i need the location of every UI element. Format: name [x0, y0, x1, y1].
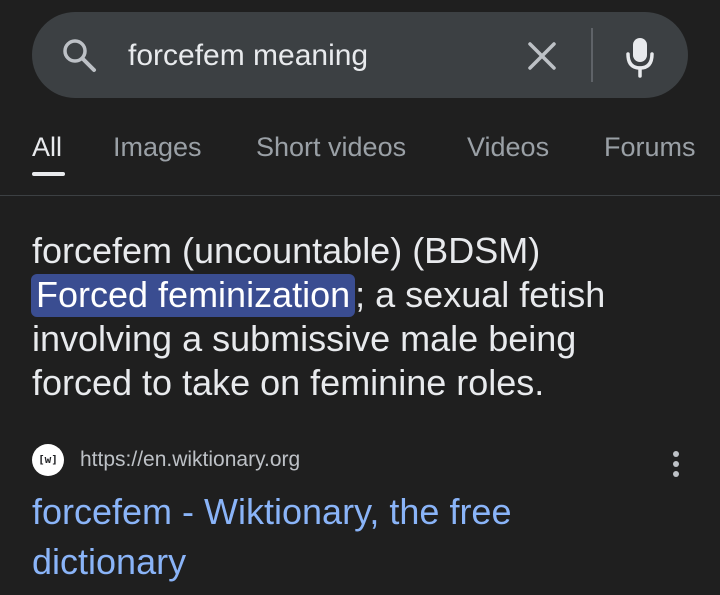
result-title-link[interactable]: forcefem - Wiktionary, the free dictiona… — [32, 487, 672, 587]
result-source[interactable]: [w] https://en.wiktionary.org — [32, 440, 692, 480]
definition-text: ; a sexual fetish — [355, 274, 606, 315]
highlighted-term: Forced feminization — [31, 274, 356, 317]
tabs-divider — [0, 195, 720, 196]
more-vert-icon[interactable] — [666, 446, 686, 482]
active-tab-indicator — [32, 172, 65, 176]
wiktionary-favicon-icon: [w] — [32, 444, 64, 476]
microphone-icon[interactable] — [620, 32, 660, 80]
search-results-page: forcefem meaning All Images Short videos… — [0, 0, 720, 595]
result-title-line-2[interactable]: dictionary — [32, 537, 672, 587]
search-bar-divider — [591, 28, 593, 82]
search-input[interactable]: forcefem meaning — [128, 36, 368, 76]
definition-headword: forcefem (uncountable) (BDSM) — [32, 230, 541, 271]
tab-videos[interactable]: Videos — [467, 130, 549, 164]
result-title-line-1[interactable]: forcefem - Wiktionary, the free — [32, 487, 672, 537]
search-icon — [63, 39, 96, 72]
definition-line-4: forced to take on feminine roles. — [32, 362, 545, 403]
search-tabs: All Images Short videos Videos Forums — [0, 118, 720, 178]
close-icon[interactable] — [522, 36, 562, 76]
definition-snippet: forcefem (uncountable) (BDSM) Forced fem… — [31, 229, 702, 405]
definition-line-3: involving a submissive male being — [32, 318, 577, 359]
tab-all[interactable]: All — [32, 130, 62, 164]
tab-forums[interactable]: Forums — [604, 130, 696, 164]
source-url[interactable]: https://en.wiktionary.org — [80, 446, 300, 474]
tab-images[interactable]: Images — [113, 130, 202, 164]
definition-line-2: Forced feminization; a sexual fetish — [31, 273, 702, 317]
tab-short-videos[interactable]: Short videos — [256, 130, 406, 164]
